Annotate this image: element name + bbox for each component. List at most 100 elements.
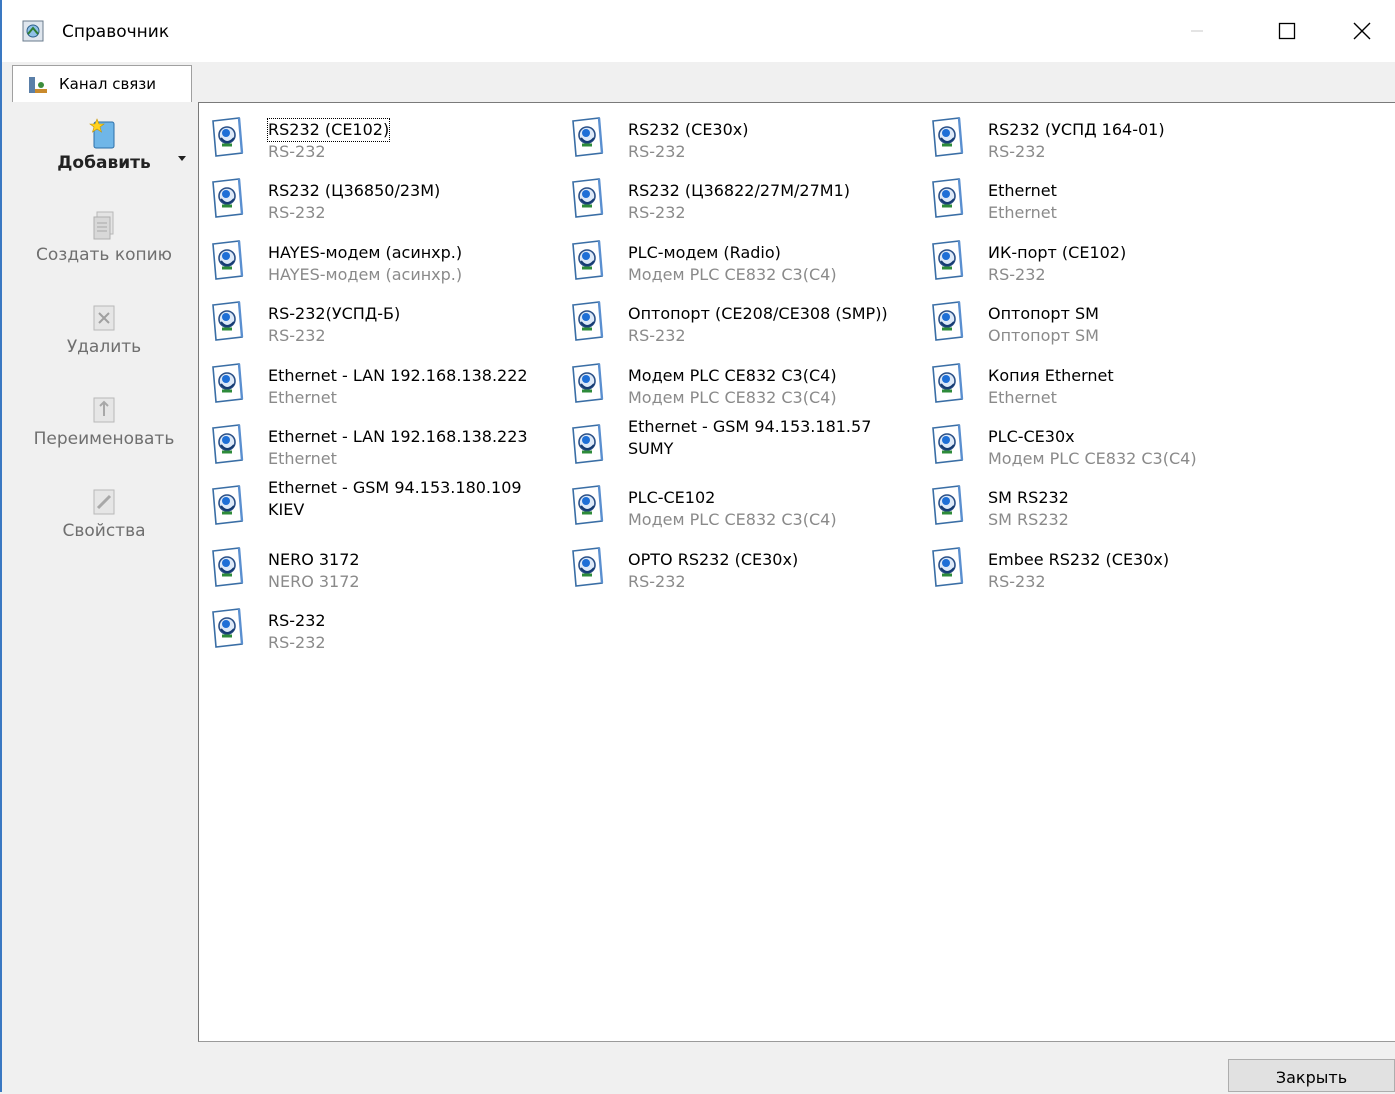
close-button[interactable]: Закрыть [1228, 1059, 1395, 1092]
item-name: PLC-модем (Radio) [628, 242, 781, 262]
list-item[interactable]: Ethernet - LAN 192.168.138.222 Ethernet [199, 353, 559, 413]
item-type: Модем PLC CE832 C3(C4) [628, 510, 837, 530]
maximize-button[interactable] [1252, 0, 1322, 62]
item-name: Embee RS232 (CE30x) [988, 549, 1170, 569]
item-type: NERO 3172 [268, 571, 360, 591]
item-type: Модем PLC CE832 C3(C4) [628, 264, 837, 284]
item-type: SM RS232 [988, 510, 1069, 530]
list-item[interactable]: Ethernet - GSM 94.153.181.57 SUMY [559, 414, 919, 474]
list-item[interactable]: RS-232 RS-232 [199, 598, 559, 658]
minimize-icon [1191, 30, 1203, 32]
communication-channel-icon [932, 301, 964, 342]
rename-button[interactable]: Переименовать [10, 392, 198, 450]
item-type: SUMY [628, 439, 674, 458]
tab-label: Канал связи [59, 75, 157, 93]
list-item[interactable]: Оптопорт (CE208/CE308 (SMP)) RS-232 [559, 291, 919, 351]
list-item[interactable]: PLC-модем (Radio) Модем PLC CE832 C3(C4) [559, 230, 919, 290]
list-item[interactable]: RS232 (CE102) RS-232 [199, 107, 559, 167]
copy-label: Создать копию [36, 245, 172, 265]
list-item[interactable]: RS-232(УСПД-Б) RS-232 [199, 291, 559, 351]
list-item[interactable]: RS232 (Ц36850/23М) RS-232 [199, 168, 559, 228]
communication-channel-icon [932, 546, 964, 587]
list-item[interactable]: Оптопорт SM Оптопорт SM [919, 291, 1279, 351]
communication-channel-icon [932, 239, 964, 280]
item-name: OPTO RS232 (CE30x) [628, 549, 799, 569]
add-button[interactable]: Добавить [10, 116, 198, 174]
list-item[interactable]: Ethernet - LAN 192.168.138.223 Ethernet [199, 414, 559, 474]
copy-button[interactable]: Создать копию [10, 208, 198, 266]
title-bar[interactable]: Справочник [2, 0, 1395, 62]
copy-icon [93, 211, 114, 240]
delete-button[interactable]: Удалить [10, 300, 198, 358]
list-item[interactable]: RS232 (CE30x) RS-232 [559, 107, 919, 167]
list-item[interactable]: Модем PLC CE832 C3(C4) Модем PLC CE832 C3… [559, 353, 919, 413]
rename-label: Переименовать [33, 429, 175, 449]
list-item[interactable]: HAYES-модем (асинхр.) HAYES-модем (асинхр… [199, 230, 559, 290]
list-item[interactable]: SM RS232 SM RS232 [919, 475, 1279, 535]
list-item[interactable]: Embee RS232 (CE30x) RS-232 [919, 537, 1279, 597]
communication-channel-icon [932, 485, 964, 526]
tab-channel[interactable]: Канал связи [12, 65, 192, 102]
item-type: RS-232 [628, 571, 686, 591]
item-name: NERO 3172 [268, 549, 360, 569]
chevron-down-icon[interactable] [178, 156, 186, 161]
item-name: PLC-CE102 [628, 488, 716, 508]
item-name: Оптопорт SM [988, 304, 1099, 324]
item-name: Ethernet - LAN 192.168.138.222 [268, 365, 528, 385]
item-name: RS232 (УСПД 164-01) [988, 120, 1165, 139]
communication-channel-icon [212, 485, 244, 526]
list-item[interactable]: Ethernet Ethernet [919, 168, 1279, 228]
close-window-button[interactable] [1327, 0, 1395, 62]
item-name: RS232 (CE102) [266, 118, 391, 142]
list-item[interactable]: RS232 (УСПД 164-01) RS-232 [919, 107, 1279, 167]
item-type: Ethernet [988, 203, 1057, 223]
item-type: RS-232 [628, 203, 686, 223]
list-item[interactable]: ИК-порт (CE102) RS-232 [919, 230, 1279, 290]
item-name: ИК-порт (CE102) [988, 242, 1127, 262]
toolbar: Добавить Создать копию Удалить Переимено… [10, 102, 198, 1042]
item-type: Модем PLC CE832 C3(C4) [988, 449, 1197, 468]
communication-channel-icon [212, 117, 244, 157]
item-type: RS-232 [988, 264, 1046, 284]
communication-channel-icon [572, 239, 604, 280]
list-item[interactable]: Копия Ethernet Ethernet [919, 353, 1279, 413]
item-name: RS232 (CE30x) [628, 120, 749, 139]
item-type: RS-232 [268, 633, 326, 653]
item-name: RS232 (Ц36822/27М/27М1) [628, 181, 850, 201]
communication-channel-icon [212, 301, 244, 342]
item-type: RS-232 [988, 571, 1046, 591]
item-type: Модем PLC CE832 C3(C4) [628, 387, 837, 407]
item-name: HAYES-модем (асинхр.) [268, 242, 463, 262]
communication-channel-icon [212, 178, 244, 219]
list-item[interactable]: OPTO RS232 (CE30x) RS-232 [559, 537, 919, 597]
item-type: Ethernet [268, 387, 337, 407]
communication-channel-icon [572, 178, 604, 219]
list-item[interactable]: PLC-CE30x Модем PLC CE832 C3(C4) [919, 414, 1279, 474]
channel-tab-icon [29, 77, 47, 93]
communication-channel-icon [932, 117, 964, 157]
item-name: Модем PLC CE832 C3(C4) [628, 365, 837, 385]
communication-channel-icon [212, 424, 244, 464]
minimize-button[interactable] [1162, 0, 1232, 62]
item-type: Ethernet [988, 387, 1057, 407]
properties-button[interactable]: Свойства [10, 484, 198, 542]
list-item[interactable]: PLC-CE102 Модем PLC CE832 C3(C4) [559, 475, 919, 535]
window-border [0, 0, 2, 1092]
list-item[interactable]: NERO 3172 NERO 3172 [199, 537, 559, 597]
communication-channel-icon [572, 117, 604, 157]
list-item[interactable]: RS232 (Ц36822/27М/27М1) RS-232 [559, 168, 919, 228]
communication-channel-icon [212, 239, 244, 280]
rename-icon [93, 397, 115, 423]
list-item[interactable]: Ethernet - GSM 94.153.180.109 KIEV [199, 475, 559, 535]
communication-channel-icon [572, 546, 604, 587]
item-name: Ethernet [988, 181, 1057, 201]
item-name: RS-232(УСПД-Б) [268, 304, 401, 324]
communication-channel-icon [572, 301, 604, 342]
communication-channel-icon [932, 424, 964, 464]
item-type: Ethernet [268, 449, 337, 468]
channel-list[interactable]: RS232 (CE102) RS-232 RS232 (CE30x) RS-232 RS… [198, 102, 1395, 1042]
item-type: RS-232 [988, 142, 1046, 161]
item-name: PLC-CE30x [988, 427, 1075, 446]
maximize-icon [1278, 22, 1296, 40]
close-icon [1353, 22, 1371, 40]
